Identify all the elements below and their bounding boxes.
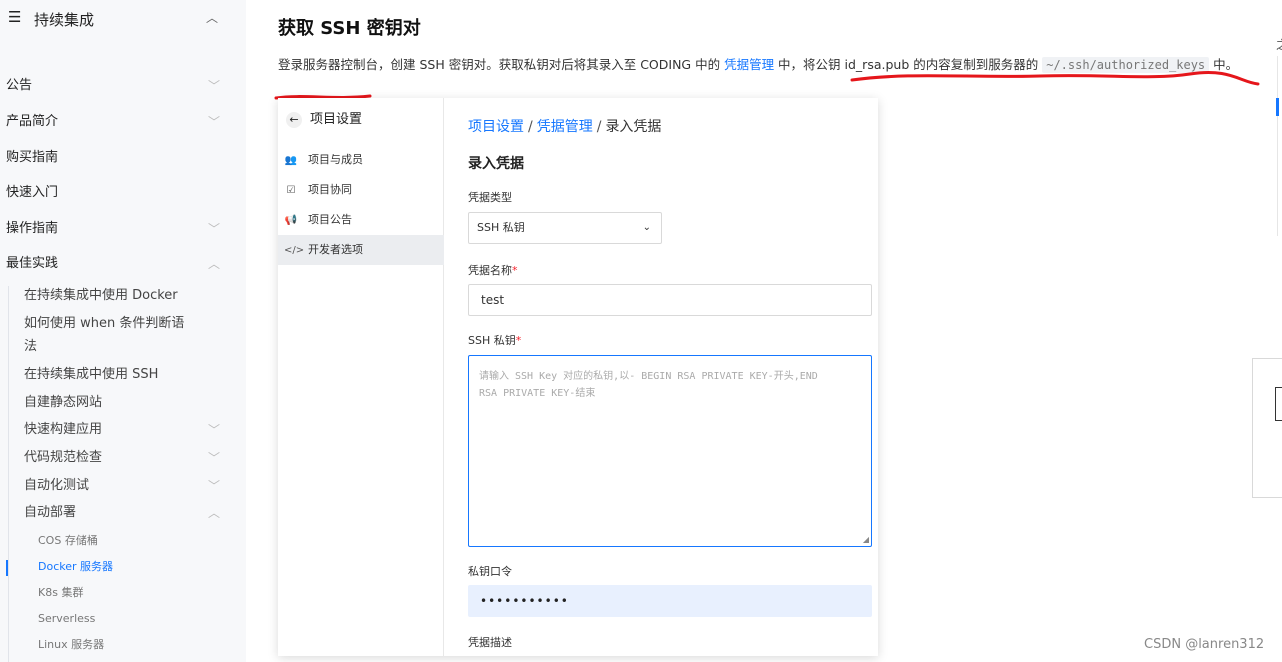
- toc-active-marker: [1276, 98, 1279, 116]
- active-indicator: [6, 560, 8, 576]
- back-label: 项目设置: [310, 112, 363, 127]
- sidebar-item-intro[interactable]: 产品简介 ﹀: [6, 110, 230, 134]
- sidebar-subitem-label: 快速构建应用: [24, 422, 103, 437]
- menu-icon[interactable]: ☰: [8, 8, 21, 26]
- sidebar-deploy-k8s[interactable]: K8s 集群: [38, 582, 228, 604]
- announce-icon: 📢: [284, 215, 298, 226]
- sidebar-subitem-ssh[interactable]: 在持续集成中使用 SSH: [24, 364, 230, 386]
- chevron-down-icon: ⌄: [642, 222, 651, 233]
- name-label-text: 凭据名称: [468, 264, 512, 277]
- sidebar-item-label: 购买指南: [6, 150, 59, 165]
- sidebar-subitem-label: 代码规范检查: [24, 450, 103, 465]
- sidebar-subitem-label: 自动化测试: [24, 478, 90, 493]
- watermark: CSDN @lanren312: [1144, 637, 1265, 652]
- sidebar-subitem-label: 自动部署: [24, 505, 77, 520]
- sidebar-item-label: 产品简介: [6, 114, 59, 129]
- sidebar-item-guide[interactable]: 操作指南 ﹀: [6, 217, 230, 241]
- chevron-down-icon: ﹀: [207, 451, 220, 465]
- sidebar-item-label: 最佳实践: [6, 256, 59, 271]
- chevron-down-icon: ﹀: [207, 479, 220, 493]
- tree-guide-line: [8, 286, 9, 662]
- docs-sidebar: ☰ 持续集成 ︿ 公告 ﹀ 产品简介 ﹀ 购买指南 快速入门 操作指南 ﹀ 最佳…: [0, 0, 246, 662]
- breadcrumb-project-settings[interactable]: 项目设置: [468, 119, 524, 135]
- name-label: 凭据名称*: [468, 262, 518, 278]
- sidebar-deploy-serverless[interactable]: Serverless: [38, 608, 228, 630]
- side-item-label: 开发者选项: [308, 243, 363, 256]
- sidebar-deploy-cos[interactable]: COS 存储桶: [38, 530, 228, 552]
- sidebar-item-quickstart[interactable]: 快速入门: [6, 181, 230, 205]
- form-title: 录入凭据: [468, 156, 524, 172]
- passphrase-input[interactable]: •••••••••••: [468, 585, 872, 617]
- ssh-key-label: SSH 私钥*: [468, 332, 521, 348]
- widget-icon: [1275, 387, 1282, 421]
- sidebar-item-label: 操作指南: [6, 221, 59, 236]
- ssh-key-textarea[interactable]: 请输入 SSH Key 对应的私钥,以- BEGIN RSA PRIVATE K…: [468, 355, 872, 547]
- side-item-members[interactable]: 👥 项目与成员: [278, 145, 444, 175]
- side-item-label: 项目与成员: [308, 153, 363, 166]
- credential-link[interactable]: 凭据管理: [724, 57, 774, 72]
- resize-handle-icon[interactable]: ◢: [863, 535, 869, 544]
- chevron-down-icon: ﹀: [207, 79, 220, 93]
- sidebar-item-announcement[interactable]: 公告 ﹀: [6, 74, 230, 98]
- side-item-announce[interactable]: 📢 项目公告: [278, 205, 444, 235]
- passphrase-label: 私钥口令: [468, 565, 512, 578]
- chevron-up-icon: ︿: [207, 506, 220, 520]
- sidebar-header[interactable]: ☰ 持续集成 ︿: [8, 8, 238, 30]
- breadcrumb-credentials[interactable]: 凭据管理: [537, 119, 593, 135]
- sidebar-subitem-when[interactable]: 如何使用 when 条件判断语: [24, 313, 230, 335]
- chevron-down-icon: ﹀: [207, 222, 220, 236]
- sidebar-subitem-lint[interactable]: 代码规范检查 ﹀: [24, 447, 230, 469]
- collab-icon: ☑: [286, 185, 296, 196]
- sidebar-subitem-static-site[interactable]: 自建静态网站: [24, 392, 230, 414]
- sidebar-subitem-build[interactable]: 快速构建应用 ﹀: [24, 419, 230, 441]
- toc-edge-text: 之: [1276, 36, 1282, 53]
- sidebar-subitem-docker[interactable]: 在持续集成中使用 Docker: [24, 285, 230, 307]
- sidebar-item-best-practice[interactable]: 最佳实践 ︿: [6, 252, 230, 276]
- code-icon: </>: [284, 245, 305, 256]
- ssh-key-label-text: SSH 私钥: [468, 334, 516, 347]
- back-to-project-settings[interactable]: ← 项目设置: [286, 108, 362, 128]
- side-item-label: 项目公告: [308, 213, 352, 226]
- breadcrumb: 项目设置 / 凭据管理 / 录入凭据: [468, 116, 661, 136]
- project-settings-sidebar: ← 项目设置 👥 项目与成员 ☑ 项目协同 📢 项目公告 </> 开发者选项: [278, 98, 444, 656]
- description-label: 凭据描述: [468, 636, 512, 649]
- paragraph-text: 登录服务器控制台，创建 SSH 密钥对。获取私钥对后将其录入至 CODING 中…: [278, 57, 725, 72]
- side-item-label: 项目协同: [308, 183, 352, 196]
- select-value: SSH 私钥: [477, 221, 525, 234]
- breadcrumb-separator: /: [596, 119, 602, 135]
- side-item-developer[interactable]: </> 开发者选项: [278, 235, 444, 265]
- chevron-up-icon[interactable]: ︿: [206, 9, 218, 26]
- back-arrow-icon[interactable]: ←: [286, 112, 302, 128]
- sidebar-item-label: 快速入门: [6, 185, 59, 200]
- credential-type-select[interactable]: SSH 私钥 ⌄: [468, 212, 662, 244]
- sidebar-deploy-docker[interactable]: Docker 服务器: [38, 556, 228, 578]
- members-icon: 👥: [284, 155, 298, 166]
- floating-widget[interactable]: [1252, 358, 1282, 498]
- section-heading: 获取 SSH 密钥对: [278, 18, 421, 39]
- sidebar-item-purchase[interactable]: 购买指南: [6, 146, 230, 170]
- toc-line: [1277, 56, 1278, 236]
- required-mark: *: [512, 264, 518, 277]
- chevron-down-icon: ﹀: [207, 423, 220, 437]
- sidebar-subitem-testing[interactable]: 自动化测试 ﹀: [24, 475, 230, 497]
- sidebar-subitem-when-cont[interactable]: 法: [24, 336, 230, 358]
- sidebar-subitem-deploy[interactable]: 自动部署 ︿: [24, 502, 230, 524]
- chevron-down-icon: ﹀: [207, 115, 220, 129]
- red-annotation-underline: [850, 71, 1260, 86]
- side-item-collab[interactable]: ☑ 项目协同: [278, 175, 444, 205]
- sidebar-deploy-linux[interactable]: Linux 服务器: [38, 634, 228, 656]
- sidebar-item-label: 公告: [6, 78, 33, 93]
- sidebar-title: 持续集成: [34, 11, 95, 29]
- breadcrumb-separator: /: [528, 119, 533, 135]
- breadcrumb-current: 录入凭据: [605, 119, 662, 135]
- required-mark: *: [515, 334, 522, 347]
- type-label: 凭据类型: [468, 191, 512, 204]
- ssh-key-placeholder: 请输入 SSH Key 对应的私钥,以- BEGIN RSA PRIVATE K…: [479, 371, 818, 399]
- chevron-up-icon: ︿: [207, 257, 220, 271]
- credential-name-input[interactable]: test: [468, 284, 872, 316]
- embedded-screenshot: ← 项目设置 👥 项目与成员 ☑ 项目协同 📢 项目公告 </> 开发者选项 项目设置 / 凭…: [278, 98, 878, 656]
